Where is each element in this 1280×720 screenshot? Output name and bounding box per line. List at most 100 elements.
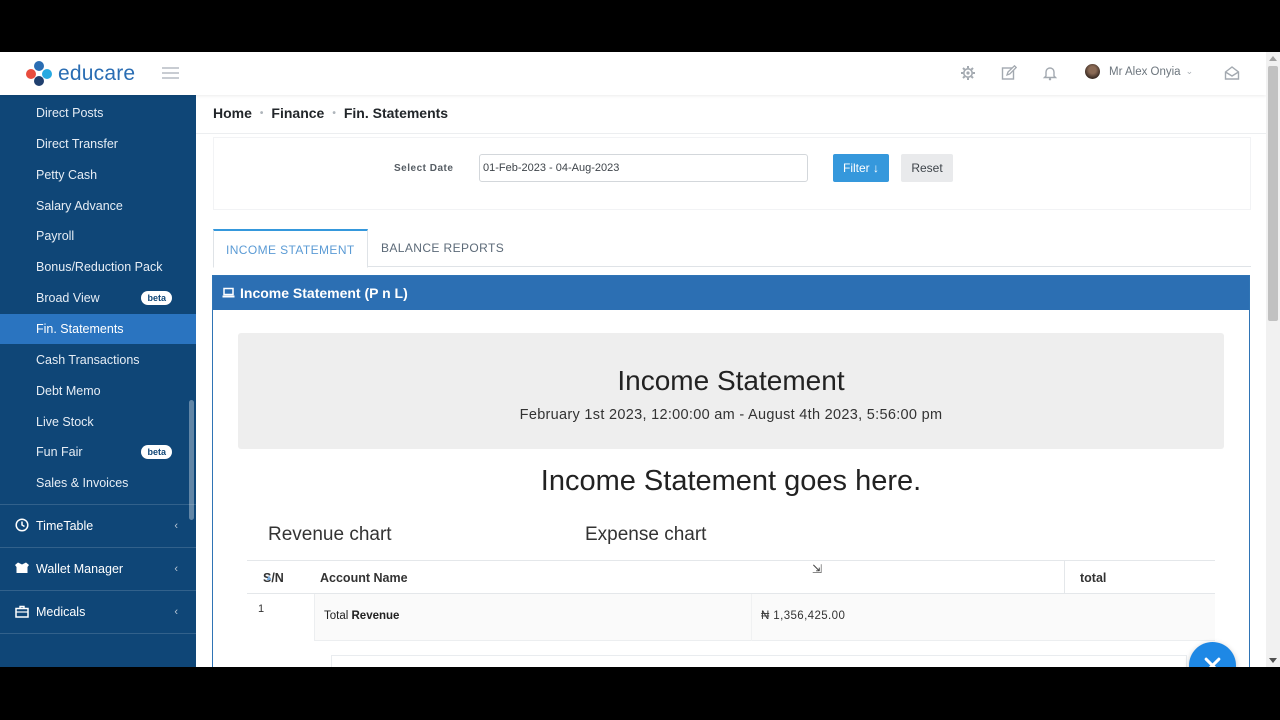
sidebar-group-label: TimeTable bbox=[36, 519, 94, 533]
chevron-left-icon: ‹ bbox=[174, 606, 178, 618]
beta-badge: beta bbox=[141, 291, 172, 305]
sidebar-item-fun-fair[interactable]: Fun Fair beta bbox=[0, 437, 196, 467]
sidebar-item-petty-cash[interactable]: Petty Cash bbox=[0, 160, 196, 190]
sidebar-divider bbox=[0, 633, 196, 634]
income-statement-panel: Income Statement (P n L) Income Statemen… bbox=[212, 275, 1250, 667]
expense-chart-title: Expense chart bbox=[585, 524, 707, 545]
breadcrumb: Home • Finance • Fin. Statements bbox=[213, 105, 448, 121]
sidebar: Direct Posts Direct Transfer Petty Cash … bbox=[0, 95, 196, 667]
sidebar-item-broad-view[interactable]: Broad View beta bbox=[0, 283, 196, 313]
sidebar-item-label: Debt Memo bbox=[36, 384, 101, 398]
gear-icon[interactable] bbox=[959, 65, 977, 83]
scroll-down-icon[interactable] bbox=[1269, 658, 1277, 663]
sidebar-item-debt-memo[interactable]: Debt Memo bbox=[0, 376, 196, 406]
sidebar-item-direct-transfer[interactable]: Direct Transfer bbox=[0, 129, 196, 159]
row-label: Total Revenue bbox=[324, 610, 399, 622]
filter-card: Select Date Filter ↓ Reset bbox=[213, 137, 1251, 210]
row-divider bbox=[751, 594, 752, 641]
filter-button[interactable]: Filter ↓ bbox=[833, 154, 889, 182]
scroll-up-icon[interactable] bbox=[1269, 56, 1277, 61]
sidebar-item-fin-statements[interactable]: Fin. Statements bbox=[0, 314, 196, 344]
statement-tabs: INCOME STATEMENT BALANCE REPORTS bbox=[213, 229, 1251, 268]
sidebar-item-label: Direct Posts bbox=[36, 106, 104, 120]
sidebar-item-live-stock[interactable]: Live Stock bbox=[0, 407, 196, 437]
row-label-bold: Revenue bbox=[351, 610, 400, 622]
column-divider bbox=[1064, 561, 1065, 595]
row-amount: ₦ 1,356,425.00 bbox=[761, 610, 846, 622]
briefcase-icon bbox=[14, 591, 30, 633]
income-table: S/N ▲ Account Name total 1 Total Revenue … bbox=[247, 560, 1215, 667]
chevron-left-icon: ‹ bbox=[174, 563, 178, 575]
nested-table bbox=[331, 655, 1187, 667]
clock-icon bbox=[14, 505, 30, 547]
sidebar-item-label: Live Stock bbox=[36, 415, 94, 429]
tab-income-statement[interactable]: INCOME STATEMENT bbox=[213, 229, 368, 268]
laptop-icon bbox=[222, 276, 235, 310]
date-range-input[interactable] bbox=[479, 154, 808, 182]
reset-button[interactable]: Reset bbox=[901, 154, 953, 182]
sidebar-item-label: Direct Transfer bbox=[36, 137, 118, 151]
breadcrumb-current: Fin. Statements bbox=[343, 105, 449, 121]
logo-icon bbox=[26, 61, 52, 87]
sidebar-item-bonus-reduction-pack[interactable]: Bonus/Reduction Pack bbox=[0, 252, 196, 282]
brand-logo[interactable]: educare bbox=[26, 61, 135, 87]
sidebar-item-salary-advance[interactable]: Salary Advance bbox=[0, 191, 196, 221]
menu-toggle-icon[interactable] bbox=[162, 67, 179, 79]
tab-balance-reports[interactable]: BALANCE REPORTS bbox=[369, 229, 516, 267]
panel-title: Income Statement (P n L) bbox=[240, 285, 408, 301]
wallet-icon bbox=[14, 548, 30, 590]
user-menu[interactable]: Mr Alex Onyia ⌄ bbox=[1085, 64, 1193, 79]
screen-bottom-border bbox=[0, 667, 1280, 720]
sidebar-item-label: Payroll bbox=[36, 229, 75, 243]
sidebar-item-label: Cash Transactions bbox=[36, 353, 140, 367]
edit-icon[interactable] bbox=[1000, 64, 1018, 83]
statement-placeholder: Income Statement goes here. bbox=[540, 465, 922, 497]
sidebar-group-wallet-manager[interactable]: Wallet Manager ‹ bbox=[0, 548, 196, 590]
sidebar-item-label: Sales & Invoices bbox=[36, 476, 129, 490]
table-row: Total Revenue ₦ 1,356,425.00 bbox=[314, 594, 1215, 641]
sidebar-group-label: Wallet Manager bbox=[36, 562, 124, 576]
column-total[interactable]: total bbox=[1080, 561, 1106, 595]
row-label-prefix: Total bbox=[324, 610, 349, 622]
sidebar-item-label: Fin. Statements bbox=[36, 322, 124, 336]
sidebar-item-label: Broad View bbox=[36, 291, 100, 305]
scrollbar-thumb[interactable] bbox=[1268, 66, 1278, 321]
breadcrumb-home[interactable]: Home bbox=[213, 105, 252, 121]
mouse-cursor-icon: ⇲ bbox=[812, 562, 823, 576]
statement-banner: Income Statement February 1st 2023, 12:0… bbox=[238, 333, 1224, 449]
screen-top-border bbox=[0, 0, 1280, 52]
sidebar-item-direct-posts[interactable]: Direct Posts bbox=[0, 98, 196, 128]
sidebar-group-label: Medicals bbox=[36, 605, 86, 619]
top-header: educare Mr Alex Onyia ⌄ bbox=[0, 52, 1266, 95]
beta-badge: beta bbox=[141, 445, 172, 459]
row-sn: 1 bbox=[258, 603, 265, 615]
sidebar-group-medicals[interactable]: Medicals ‹ bbox=[0, 591, 196, 633]
page-scrollbar[interactable] bbox=[1266, 52, 1280, 667]
table-header: S/N ▲ Account Name total bbox=[247, 560, 1215, 595]
chevron-down-icon: ⌄ bbox=[1185, 66, 1194, 76]
sort-asc-icon: ▲ bbox=[265, 573, 273, 582]
statement-heading: Income Statement bbox=[617, 365, 845, 396]
sidebar-item-sales-invoices[interactable]: Sales & Invoices bbox=[0, 468, 196, 498]
bell-icon[interactable] bbox=[1041, 65, 1059, 83]
breadcrumb-separator: • bbox=[332, 107, 336, 119]
column-account-name[interactable]: Account Name bbox=[320, 561, 408, 595]
main-content: Home • Finance • Fin. Statements Select … bbox=[196, 95, 1266, 667]
sidebar-scrollbar[interactable] bbox=[189, 400, 194, 520]
app-window: educare Mr Alex Onyia ⌄ Direct Posts Dir… bbox=[0, 52, 1266, 667]
sidebar-item-cash-transactions[interactable]: Cash Transactions bbox=[0, 345, 196, 375]
panel-header: Income Statement (P n L) bbox=[213, 276, 1249, 310]
sidebar-group-timetable[interactable]: TimeTable ‹ bbox=[0, 505, 196, 547]
avatar bbox=[1085, 64, 1100, 79]
breadcrumb-divider bbox=[196, 133, 1266, 134]
revenue-chart-title: Revenue chart bbox=[268, 524, 392, 545]
statement-period: February 1st 2023, 12:00:00 am - August … bbox=[519, 407, 943, 423]
sidebar-item-label: Fun Fair bbox=[36, 445, 83, 459]
sidebar-item-payroll[interactable]: Payroll bbox=[0, 221, 196, 251]
breadcrumb-finance[interactable]: Finance bbox=[271, 105, 324, 121]
inbox-icon[interactable] bbox=[1223, 65, 1241, 83]
user-name: Mr Alex Onyia bbox=[1109, 65, 1181, 78]
sidebar-item-label: Salary Advance bbox=[36, 199, 123, 213]
select-date-label: Select Date bbox=[394, 163, 454, 174]
sidebar-item-label: Petty Cash bbox=[36, 168, 98, 182]
